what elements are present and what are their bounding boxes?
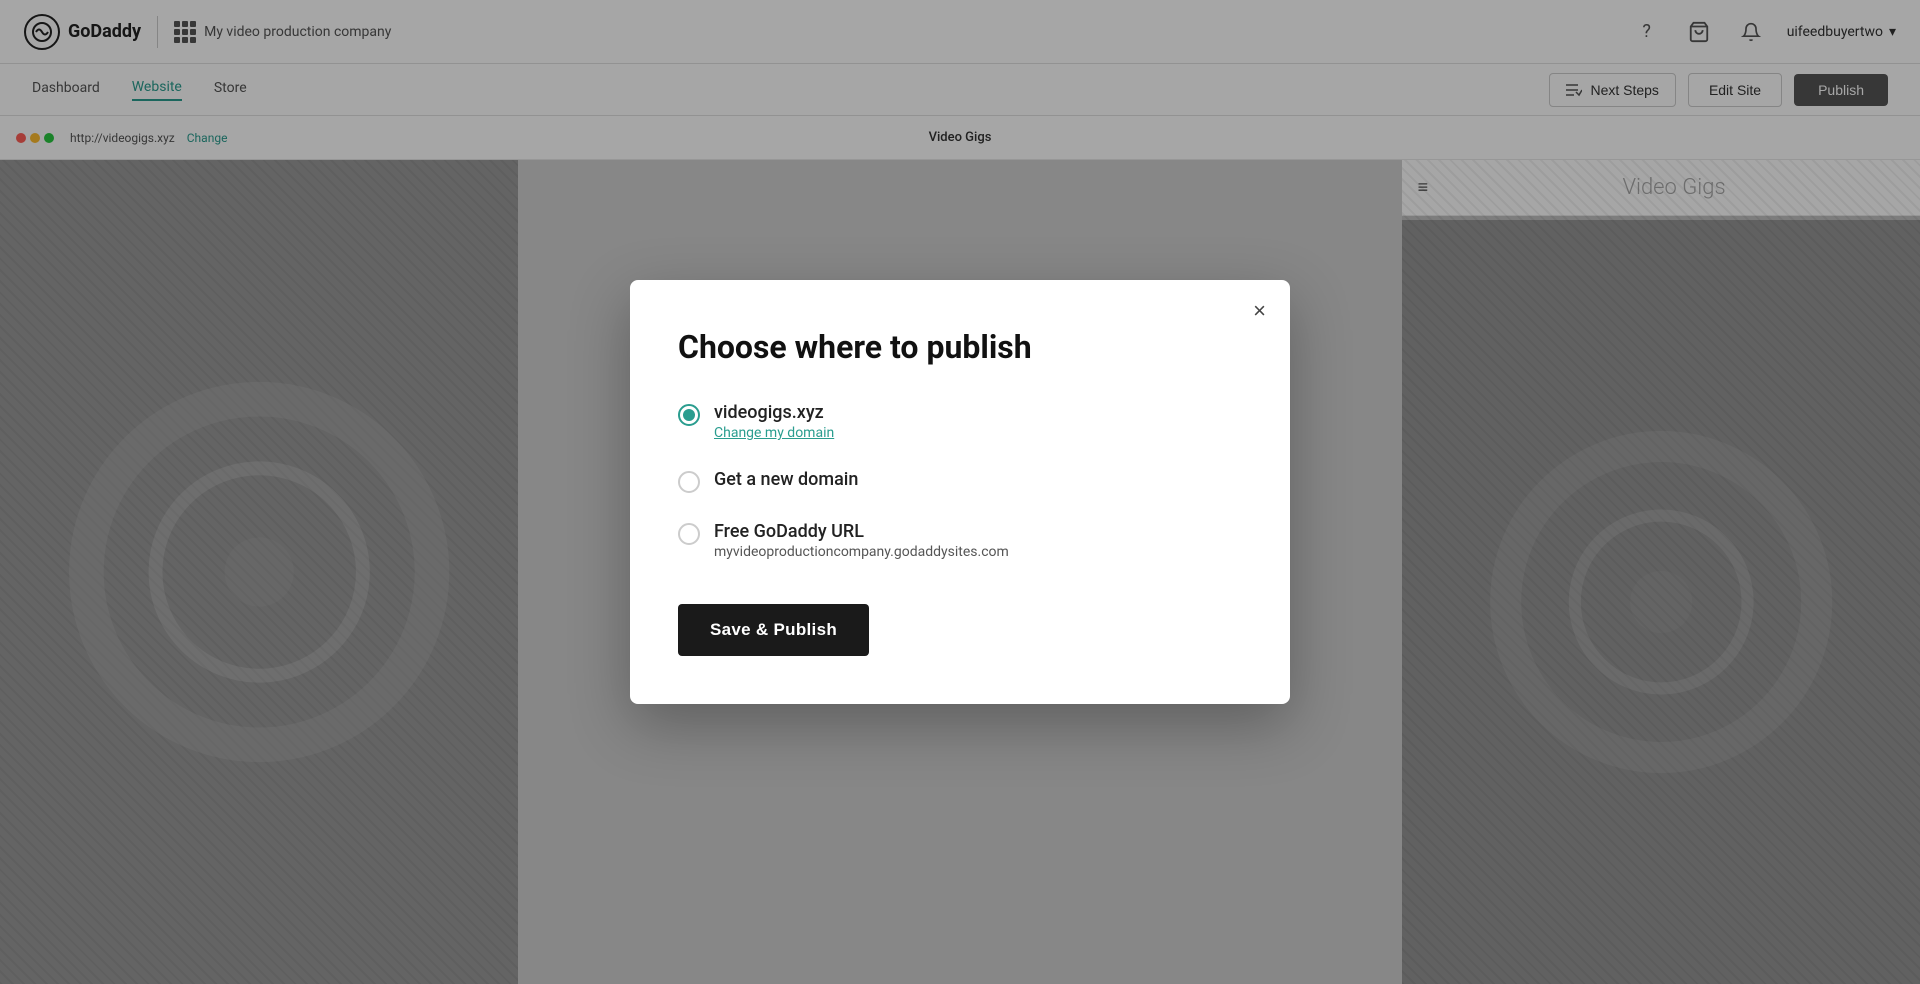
free-url-value: myvideoproductioncompany.godaddysites.co…	[714, 544, 1009, 560]
save-publish-button[interactable]: Save & Publish	[678, 604, 869, 656]
radio-label-free-url: Free GoDaddy URL myvideoproductioncompan…	[714, 521, 1009, 560]
new-domain-label: Get a new domain	[714, 469, 858, 490]
close-button[interactable]: ×	[1253, 300, 1266, 322]
option-domain[interactable]: videogigs.xyz Change my domain	[678, 402, 1242, 441]
publish-modal: × Choose where to publish videogigs.xyz …	[630, 280, 1290, 704]
change-domain-link[interactable]: Change my domain	[714, 425, 834, 441]
domain-label: videogigs.xyz	[714, 402, 834, 423]
option-new-domain[interactable]: Get a new domain	[678, 469, 1242, 493]
radio-circle-domain[interactable]	[678, 404, 700, 426]
free-url-label: Free GoDaddy URL	[714, 521, 1009, 542]
option-free-url[interactable]: Free GoDaddy URL myvideoproductioncompan…	[678, 521, 1242, 560]
publish-options: videogigs.xyz Change my domain Get a new…	[678, 402, 1242, 560]
radio-circle-new-domain[interactable]	[678, 471, 700, 493]
radio-label-new-domain: Get a new domain	[714, 469, 858, 490]
save-publish-label: Save & Publish	[710, 620, 837, 639]
radio-label-domain: videogigs.xyz Change my domain	[714, 402, 834, 441]
modal-title: Choose where to publish	[678, 328, 1242, 366]
radio-circle-free-url[interactable]	[678, 523, 700, 545]
